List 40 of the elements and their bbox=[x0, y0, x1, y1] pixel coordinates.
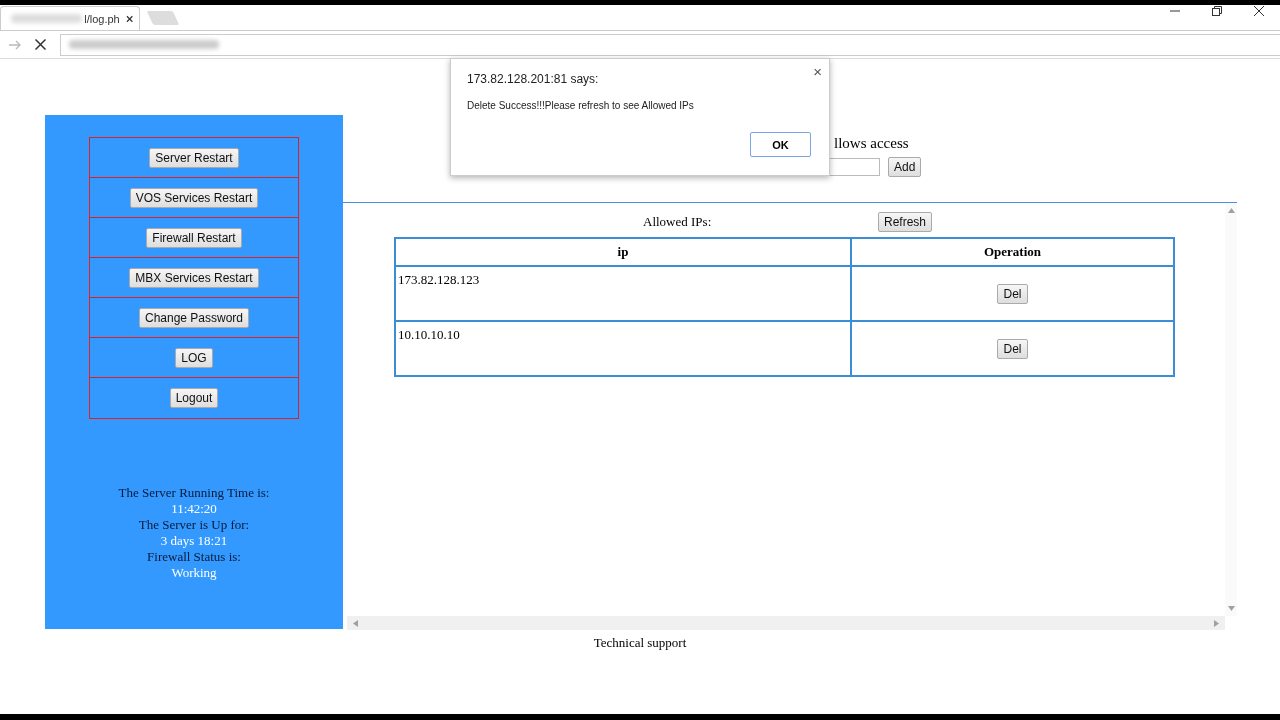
scroll-left-icon[interactable] bbox=[353, 619, 358, 627]
sidebar-button[interactable]: VOS Services Restart bbox=[129, 187, 259, 208]
delete-button[interactable]: Del bbox=[997, 283, 1028, 304]
scroll-down-icon[interactable] bbox=[1227, 606, 1235, 611]
sidebar-button[interactable]: Firewall Restart bbox=[146, 227, 242, 248]
dialog-message: Delete Success!!!Please refresh to see Allowed IPs bbox=[467, 100, 694, 111]
scroll-right-icon[interactable] bbox=[1214, 619, 1219, 627]
sidebar-button[interactable]: MBX Services Restart bbox=[129, 267, 259, 288]
sidebar-button[interactable]: Change Password bbox=[138, 307, 250, 328]
sidebar-button[interactable]: Server Restart bbox=[149, 147, 239, 168]
dialog-title: 173.82.128.201:81 says: bbox=[467, 72, 599, 86]
scroll-up-icon[interactable] bbox=[1227, 208, 1235, 213]
column-header: Operation bbox=[851, 238, 1174, 266]
refresh-button[interactable]: Refresh bbox=[878, 212, 933, 232]
close-button[interactable]: × bbox=[813, 63, 822, 80]
status-value: 11:42:20 bbox=[171, 501, 217, 517]
status-value: 3 days 18:21 bbox=[160, 533, 228, 549]
forward-icon[interactable] bbox=[9, 39, 21, 50]
restore-icon[interactable] bbox=[1212, 6, 1222, 16]
sidebar-button[interactable]: Logout bbox=[169, 388, 219, 408]
address-field[interactable] bbox=[60, 33, 1280, 56]
status-label: Firewall Status is: bbox=[147, 549, 241, 565]
status-label: The Server is Up for: bbox=[138, 517, 250, 533]
status-value: Working bbox=[171, 565, 217, 581]
status-label: The Server Running Time is: bbox=[118, 485, 270, 501]
ip-cell: 10.10.10.10 bbox=[395, 321, 851, 376]
sidebar-button[interactable]: LOG bbox=[175, 347, 213, 368]
delete-button[interactable]: Del bbox=[997, 338, 1028, 359]
close-icon[interactable] bbox=[1254, 6, 1264, 16]
browser-tab[interactable]: l/log.ph bbox=[0, 6, 140, 30]
allowed-ips-label: Allowed IPs: bbox=[643, 214, 713, 230]
add-button[interactable]: Add bbox=[888, 157, 922, 177]
access-text: llows access bbox=[834, 135, 910, 152]
new-tab-button[interactable] bbox=[146, 11, 180, 25]
ok-button[interactable]: OK bbox=[750, 132, 811, 157]
ip-cell: 173.82.128.123 bbox=[395, 266, 851, 321]
footer-text: Technical support bbox=[593, 635, 687, 651]
stop-icon[interactable] bbox=[35, 39, 46, 50]
close-icon[interactable] bbox=[125, 14, 133, 23]
column-header: ip bbox=[395, 238, 851, 266]
